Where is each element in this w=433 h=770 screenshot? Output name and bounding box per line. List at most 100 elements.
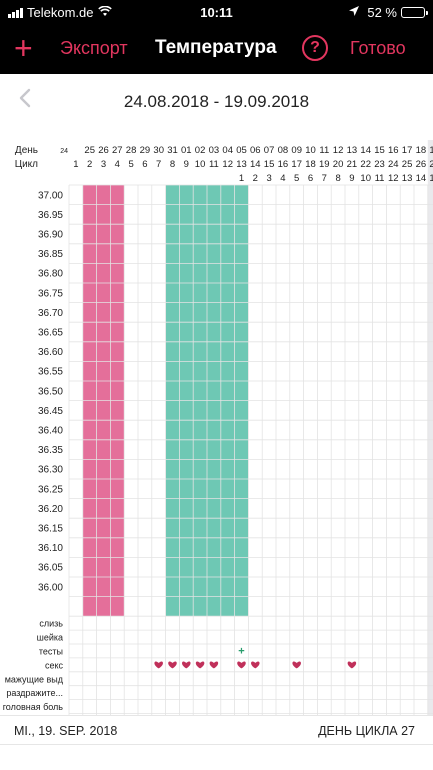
day-label[interactable]: 25 bbox=[84, 145, 95, 156]
nav-bar: + Экспорт Температура ? Готово bbox=[0, 26, 433, 74]
temperature-label: 36.20 bbox=[38, 504, 63, 515]
cycle-day-label: 7 bbox=[156, 159, 161, 170]
heart-icon bbox=[168, 661, 177, 669]
help-button[interactable]: ? bbox=[302, 35, 328, 61]
temperature-label: 36.05 bbox=[38, 563, 63, 574]
add-button[interactable]: + bbox=[14, 30, 33, 66]
day-label[interactable]: 15 bbox=[374, 145, 385, 156]
footer-bar: MI., 19. SEP. 2018 ДЕНЬ ЦИКЛА 27 bbox=[0, 715, 433, 745]
day-label[interactable]: 14 bbox=[360, 145, 371, 156]
cycle-day-label: 13 bbox=[236, 159, 247, 170]
cycle-day-label: 27 bbox=[429, 159, 433, 170]
new-cycle-day-label: 12 bbox=[388, 173, 399, 184]
cycle-day-label: 18 bbox=[305, 159, 316, 170]
cycle-day-label: 24 bbox=[388, 159, 399, 170]
new-cycle-day-label: 1 bbox=[239, 173, 244, 184]
heart-icon bbox=[292, 661, 301, 669]
temperature-label: 36.70 bbox=[38, 308, 63, 319]
temperature-label: 37.00 bbox=[38, 190, 63, 201]
new-cycle-day-label: 4 bbox=[280, 173, 285, 184]
cycle-day-label: 19 bbox=[319, 159, 330, 170]
battery-percent: 52 % bbox=[367, 5, 397, 20]
heart-icon bbox=[182, 661, 191, 669]
export-button[interactable]: Экспорт bbox=[60, 38, 128, 59]
heart-icon bbox=[195, 661, 205, 669]
temperature-label: 36.10 bbox=[38, 543, 63, 554]
cycle-day-label: 21 bbox=[347, 159, 358, 170]
temperature-label: 36.65 bbox=[38, 328, 63, 339]
day-label[interactable]: 13 bbox=[347, 145, 358, 156]
cycle-day-label: 15 bbox=[264, 159, 275, 170]
symptom-row-label: секс bbox=[45, 660, 64, 670]
heart-icon bbox=[251, 661, 260, 669]
temperature-label: 36.95 bbox=[38, 210, 63, 221]
cycle-day-label: 20 bbox=[333, 159, 344, 170]
temperature-label: 36.15 bbox=[38, 524, 63, 535]
new-cycle-day-label: 13 bbox=[402, 173, 413, 184]
cycle-day-label: 3 bbox=[101, 159, 106, 170]
date-range-title: 24.08.2018 - 19.09.2018 bbox=[123, 92, 310, 111]
day-label[interactable]: 02 bbox=[195, 145, 206, 156]
cycle-day-label: 25 bbox=[402, 159, 413, 170]
cycle-day-label: 26 bbox=[416, 159, 427, 170]
day-label[interactable]: 17 bbox=[402, 145, 413, 156]
new-cycle-day-label: 15 bbox=[429, 173, 433, 184]
location-icon bbox=[349, 5, 360, 20]
day-label[interactable]: 11 bbox=[319, 145, 329, 156]
symptom-row-label: головная боль bbox=[3, 702, 64, 712]
day-label[interactable]: 19 bbox=[429, 145, 433, 156]
day-label[interactable]: 08 bbox=[278, 145, 289, 156]
day-label[interactable]: 31 bbox=[167, 145, 178, 156]
day-label[interactable]: 03 bbox=[209, 145, 220, 156]
day-label[interactable]: 05 bbox=[236, 145, 247, 156]
day-label[interactable]: 26 bbox=[98, 145, 109, 156]
positive-test-icon: + bbox=[238, 645, 244, 657]
day-label[interactable]: 06 bbox=[250, 145, 261, 156]
cycle-day-label: 11 bbox=[209, 159, 219, 170]
day-label[interactable]: 16 bbox=[388, 145, 399, 156]
day-label[interactable]: 28 bbox=[126, 145, 137, 156]
cycle-day-label: 8 bbox=[170, 159, 175, 170]
day-label[interactable]: 10 bbox=[305, 145, 316, 156]
page-title: Температура bbox=[155, 37, 277, 58]
day-label[interactable]: 18 bbox=[416, 145, 427, 156]
heart-icon bbox=[209, 661, 219, 669]
cycle-day-label: 6 bbox=[142, 159, 147, 170]
new-cycle-day-label: 2 bbox=[253, 173, 258, 184]
day-label[interactable]: 09 bbox=[291, 145, 302, 156]
status-bar: Telekom.de 10:11 52 % bbox=[0, 0, 433, 26]
cycle-day-label: 22 bbox=[360, 159, 371, 170]
new-cycle-day-label: 3 bbox=[266, 173, 271, 184]
temperature-chart: ДеньЦикл24125226327428529630731801902100… bbox=[3, 140, 433, 715]
day-label[interactable]: 04 bbox=[222, 145, 233, 156]
cycle-day-label: 2 bbox=[87, 159, 92, 170]
day-label[interactable]: 30 bbox=[153, 145, 164, 156]
temperature-label: 36.45 bbox=[38, 406, 63, 417]
cycle-day-label: 23 bbox=[374, 159, 385, 170]
heart-icon bbox=[347, 661, 357, 669]
day-label[interactable]: 01 bbox=[181, 145, 192, 156]
done-button[interactable]: Готово bbox=[350, 38, 406, 59]
symptom-row-label: мажущие выд bbox=[5, 674, 64, 684]
temperature-label: 36.75 bbox=[38, 288, 63, 299]
day-label[interactable]: 27 bbox=[112, 145, 123, 156]
symptom-row-label: слизь bbox=[39, 619, 63, 629]
new-cycle-day-label: 8 bbox=[335, 173, 340, 184]
cycle-day-label: 14 bbox=[250, 159, 261, 170]
temperature-label: 36.90 bbox=[38, 230, 63, 241]
new-cycle-day-label: 6 bbox=[308, 173, 313, 184]
day-label[interactable]: 29 bbox=[140, 145, 151, 156]
day-label[interactable]: 07 bbox=[264, 145, 275, 156]
symptom-row-label: тесты bbox=[39, 646, 63, 656]
new-cycle-day-label: 7 bbox=[322, 173, 327, 184]
temperature-label: 36.80 bbox=[38, 269, 63, 280]
symptom-row-label: шейка bbox=[37, 633, 63, 643]
new-cycle-day-label: 9 bbox=[349, 173, 354, 184]
day-label[interactable]: 24 bbox=[60, 148, 68, 155]
heart-icon bbox=[154, 661, 163, 669]
day-label[interactable]: 12 bbox=[333, 145, 344, 156]
day-row-label: День bbox=[15, 145, 38, 156]
cycle-day-label: 12 bbox=[222, 159, 233, 170]
temperature-label: 36.30 bbox=[38, 465, 63, 476]
temperature-label: 36.00 bbox=[38, 582, 63, 593]
